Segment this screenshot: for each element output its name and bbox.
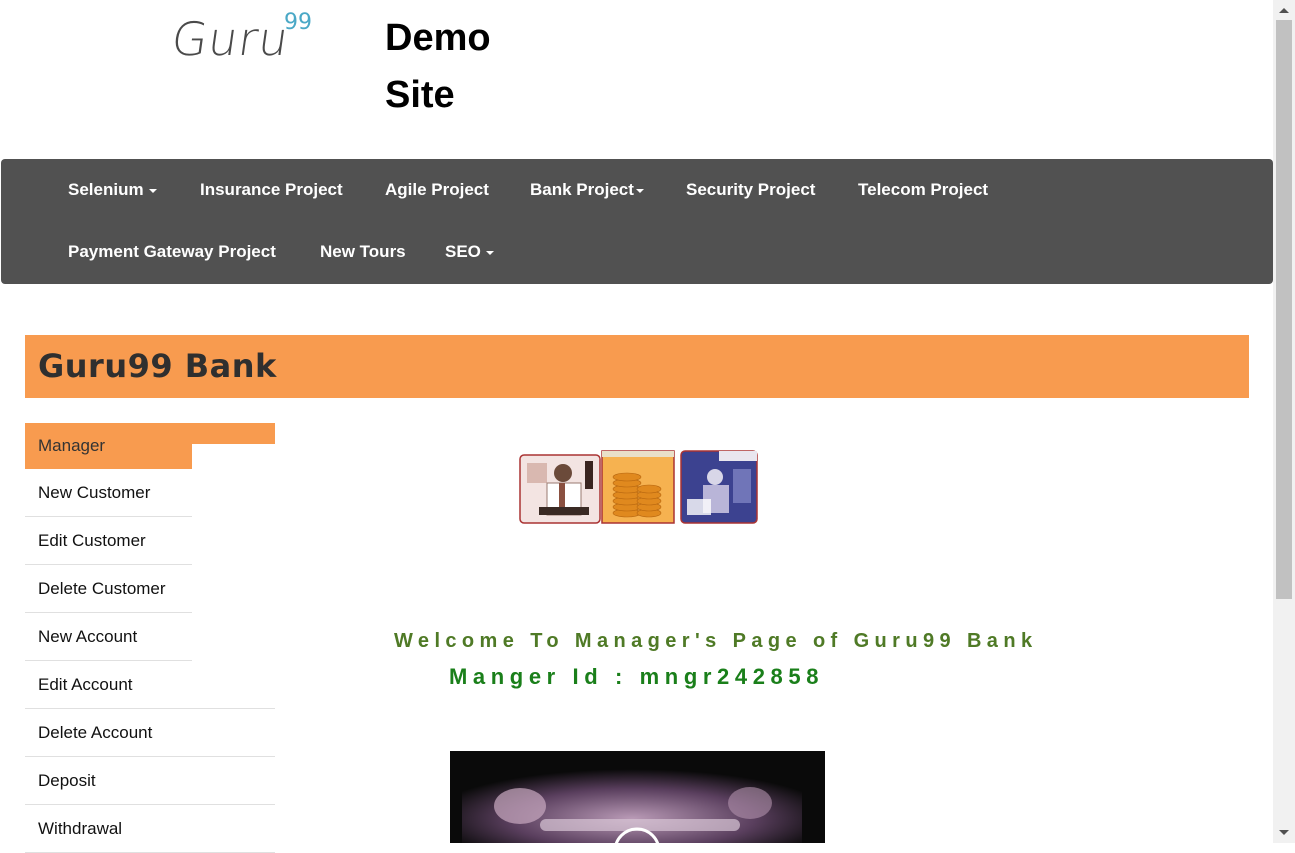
sidebar-item-label: Edit Account	[38, 675, 133, 694]
nav-security-project[interactable]: Security Project	[686, 180, 815, 200]
welcome-message: Welcome To Manager's Page of Guru99 Bank	[394, 630, 1038, 652]
sidebar-item-label: New Customer	[38, 483, 151, 502]
site-title: Demo Site	[385, 17, 491, 116]
sidebar-item-label: Delete Customer	[38, 579, 166, 598]
video-thumbnail	[450, 751, 825, 843]
sidebar-item-new-customer[interactable]: New Customer	[25, 469, 192, 517]
manager-sidebar-menu: Manager New Customer Edit Customer Delet…	[25, 423, 275, 853]
sidebar-item-withdrawal[interactable]: Withdrawal	[25, 805, 275, 853]
nav-bank-project-label: Bank Project	[530, 180, 634, 199]
sidebar-item-label: Edit Customer	[38, 531, 146, 550]
sidebar-item-delete-account[interactable]: Delete Account	[25, 709, 275, 757]
sidebar-item-label: Manager	[38, 436, 106, 455]
nav-payment-gateway-project[interactable]: Payment Gateway Project	[68, 242, 276, 262]
scrollbar-thumb[interactable]	[1276, 20, 1292, 599]
sidebar-item-label: New Account	[38, 627, 138, 646]
caret-down-icon	[148, 188, 157, 193]
sidebar-item-edit-customer[interactable]: Edit Customer	[25, 517, 192, 565]
page-scrollbar[interactable]	[1273, 0, 1295, 843]
nav-new-tours[interactable]: New Tours	[320, 242, 406, 262]
sidebar-item-new-account[interactable]: New Account	[25, 613, 192, 661]
bank-title-banner: Guru99 Bank	[25, 335, 1249, 398]
nav-bank-project-dropdown[interactable]: Bank Project	[530, 180, 644, 200]
bank-images-illustration	[519, 450, 758, 524]
main-navbar: Selenium Insurance Project Agile Project…	[1, 159, 1273, 284]
sidebar-item-manager[interactable]: Manager	[25, 423, 275, 469]
sidebar-item-label: Withdrawal	[38, 819, 123, 838]
nav-selenium-label: Selenium	[68, 180, 144, 199]
manager-id: Manger Id : mngr242858	[449, 664, 825, 689]
nav-selenium-dropdown[interactable]: Selenium	[68, 180, 157, 200]
caret-down-icon	[635, 188, 644, 193]
nav-agile-project[interactable]: Agile Project	[385, 180, 489, 200]
sidebar-item-label: Delete Account	[38, 723, 153, 742]
scroll-down-arrow-icon[interactable]	[1279, 830, 1289, 835]
sidebar-item-delete-customer[interactable]: Delete Customer	[25, 565, 192, 613]
bank-images-banner	[519, 449, 759, 525]
video-player[interactable]	[450, 751, 825, 843]
scroll-up-arrow-icon[interactable]	[1279, 8, 1289, 13]
logo-superscript: 99	[284, 10, 312, 35]
sidebar-item-label: Deposit	[38, 771, 96, 790]
guru99-logo[interactable]: Guru 99	[168, 6, 318, 70]
bank-title: Guru99 Bank	[38, 347, 277, 385]
sidebar-item-deposit[interactable]: Deposit	[25, 757, 275, 805]
caret-down-icon	[485, 250, 494, 255]
nav-telecom-project[interactable]: Telecom Project	[858, 180, 988, 200]
sidebar-item-edit-account[interactable]: Edit Account	[25, 661, 275, 709]
nav-insurance-project[interactable]: Insurance Project	[200, 180, 343, 200]
nav-seo-dropdown[interactable]: SEO	[445, 242, 494, 262]
nav-seo-label: SEO	[445, 242, 481, 261]
logo-text: Guru	[168, 12, 293, 66]
